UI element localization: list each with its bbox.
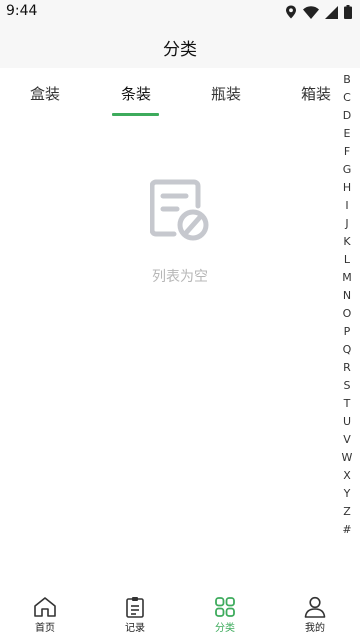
- index-letter[interactable]: Y: [338, 485, 356, 503]
- nav-home[interactable]: 首页: [5, 594, 85, 638]
- nav-category[interactable]: 分类: [185, 594, 265, 638]
- index-letter[interactable]: W: [338, 449, 356, 467]
- index-letter[interactable]: D: [338, 107, 356, 125]
- tab-bottle[interactable]: 瓶装: [196, 83, 256, 104]
- index-letter[interactable]: U: [338, 413, 356, 431]
- status-time: 9:44: [6, 3, 38, 19]
- tab-case[interactable]: 箱装: [286, 83, 346, 104]
- index-letter[interactable]: H: [338, 179, 356, 197]
- nav-profile-label: 我的: [305, 623, 325, 634]
- status-bar: 9:44: [0, 0, 360, 24]
- nav-records-label: 记录: [125, 623, 145, 634]
- clipboard-icon: [95, 596, 175, 618]
- tab-strip[interactable]: 条装: [106, 83, 166, 104]
- index-letter[interactable]: #: [338, 521, 356, 539]
- index-letter[interactable]: Z: [338, 503, 356, 521]
- index-letter[interactable]: O: [338, 305, 356, 323]
- index-letter[interactable]: Q: [338, 341, 356, 359]
- index-letter[interactable]: J: [338, 215, 356, 233]
- index-letter[interactable]: K: [338, 233, 356, 251]
- battery-icon: [344, 5, 352, 19]
- tab-box[interactable]: 盒装: [15, 83, 75, 104]
- signal-icon: [325, 5, 338, 19]
- empty-list-icon: [149, 178, 212, 242]
- wifi-icon: [303, 5, 319, 19]
- index-letter[interactable]: R: [338, 359, 356, 377]
- index-letter[interactable]: B: [338, 71, 356, 89]
- index-letter[interactable]: P: [338, 323, 356, 341]
- page-title: 分类: [163, 40, 197, 60]
- nav-profile[interactable]: 我的: [275, 594, 355, 638]
- nav-category-label: 分类: [215, 623, 235, 634]
- index-letter[interactable]: S: [338, 377, 356, 395]
- index-letter[interactable]: I: [338, 197, 356, 215]
- index-letter[interactable]: C: [338, 89, 356, 107]
- index-letter[interactable]: V: [338, 431, 356, 449]
- bottom-navigation: 首页 记录 分类 我的: [0, 590, 360, 640]
- index-letter[interactable]: T: [338, 395, 356, 413]
- user-icon: [275, 596, 355, 618]
- index-letter[interactable]: G: [338, 161, 356, 179]
- status-icons: [285, 4, 352, 20]
- nav-home-label: 首页: [35, 623, 55, 634]
- home-icon: [5, 596, 85, 618]
- category-tabs: 盒装 条装 瓶装 箱装: [0, 68, 340, 118]
- location-icon: [285, 5, 297, 19]
- empty-state-text: 列表为空: [152, 269, 208, 285]
- active-tab-indicator: [112, 113, 159, 116]
- alphabet-index-bar[interactable]: B C D E F G H I J K L M N O P Q R S T U V W X Y Z #: [338, 71, 356, 539]
- app-bar: 分类: [0, 24, 360, 68]
- index-letter[interactable]: E: [338, 125, 356, 143]
- index-letter[interactable]: X: [338, 467, 356, 485]
- index-letter[interactable]: F: [338, 143, 356, 161]
- index-letter[interactable]: N: [338, 287, 356, 305]
- grid-icon: [185, 596, 265, 618]
- nav-records[interactable]: 记录: [95, 594, 175, 638]
